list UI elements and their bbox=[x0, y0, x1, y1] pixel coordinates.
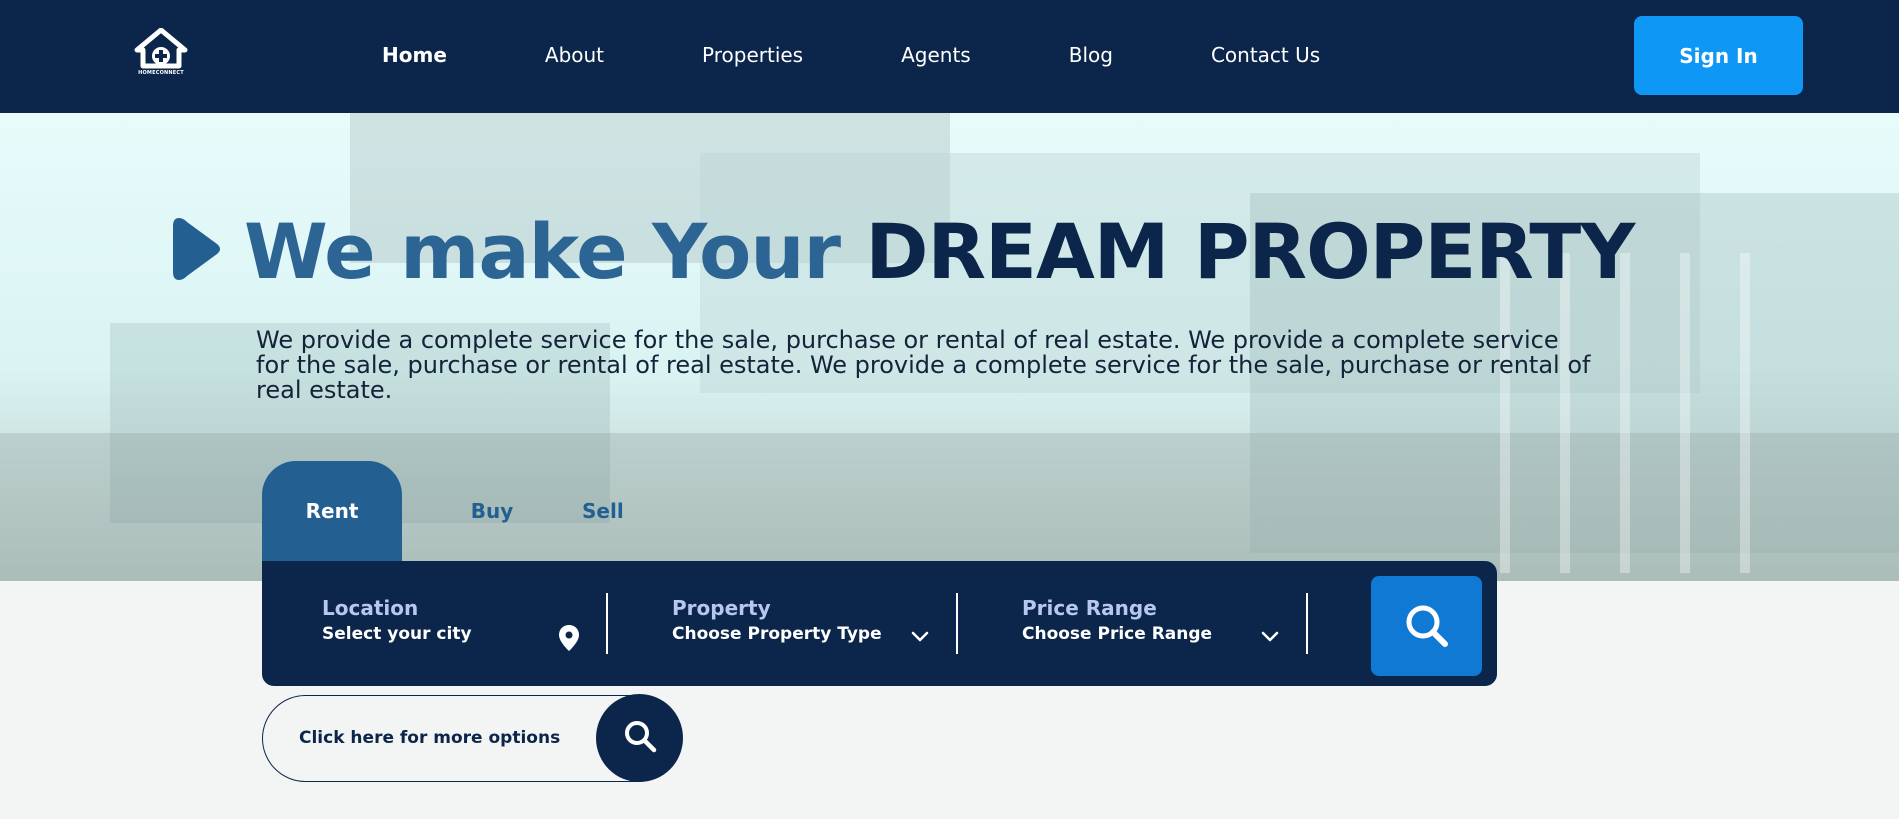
hero-description: We provide a complete service for the sa… bbox=[256, 326, 1591, 404]
price-range-label: Price Range bbox=[1022, 596, 1157, 620]
homeconnect-logo[interactable]: HOMECONNECT bbox=[133, 28, 189, 82]
price-range-value: Choose Price Range bbox=[1022, 624, 1213, 644]
location-value: Select your city bbox=[322, 624, 472, 644]
search-tabs: Rent Buy Sell bbox=[262, 461, 722, 561]
nav-blog[interactable]: Blog bbox=[1069, 43, 1113, 67]
logo-text: HOMECONNECT bbox=[138, 70, 184, 76]
chevron-down-icon bbox=[911, 631, 929, 642]
search-icon bbox=[1406, 605, 1448, 647]
field-divider bbox=[1306, 593, 1308, 654]
tab-buy[interactable]: Buy bbox=[402, 461, 582, 561]
property-value: Choose Property Type bbox=[672, 624, 882, 644]
search-button[interactable] bbox=[1371, 576, 1482, 676]
tab-sell[interactable]: Sell bbox=[582, 461, 722, 561]
headline-light-text: We make Your bbox=[244, 207, 866, 296]
hero-background-shape bbox=[1500, 253, 1510, 573]
sign-in-button[interactable]: Sign In bbox=[1634, 16, 1803, 95]
property-type-select[interactable]: Property Choose Property Type bbox=[672, 596, 882, 644]
chevron-down-icon bbox=[1261, 631, 1279, 642]
more-options-label: Click here for more options bbox=[299, 728, 561, 748]
hero-background-shape bbox=[1560, 253, 1570, 573]
nav-contact-us[interactable]: Contact Us bbox=[1211, 43, 1320, 67]
hero-background-shape bbox=[1740, 253, 1750, 573]
hero-background-shape bbox=[1620, 253, 1630, 573]
search-icon bbox=[624, 721, 656, 753]
hero-background-shape bbox=[1680, 253, 1690, 573]
top-navbar: HOMECONNECT Home About Properties Agents… bbox=[0, 0, 1899, 113]
headline-dark-text: DREAM PROPERTY bbox=[865, 207, 1635, 296]
field-divider bbox=[956, 593, 958, 654]
nav-about[interactable]: About bbox=[545, 43, 604, 67]
play-icon bbox=[173, 218, 220, 280]
nav-agents[interactable]: Agents bbox=[901, 43, 971, 67]
search-panel: Location Select your city Property Choos… bbox=[262, 561, 1497, 686]
nav-properties[interactable]: Properties bbox=[702, 43, 803, 67]
tab-rent[interactable]: Rent bbox=[262, 461, 402, 561]
hero-headline: We make Your DREAM PROPERTY bbox=[244, 205, 1635, 299]
price-range-select[interactable]: Price Range Choose Price Range bbox=[1022, 596, 1212, 644]
main-nav: Home About Properties Agents Blog Contac… bbox=[382, 0, 1320, 110]
house-plus-icon bbox=[134, 28, 188, 69]
field-divider bbox=[606, 593, 608, 654]
more-options-search-button[interactable] bbox=[596, 694, 683, 782]
more-options-button[interactable]: Click here for more options bbox=[262, 694, 683, 782]
property-label: Property bbox=[672, 596, 771, 620]
map-pin-icon bbox=[559, 625, 579, 651]
location-label: Location bbox=[322, 596, 419, 620]
location-select[interactable]: Location Select your city bbox=[322, 596, 472, 644]
nav-home[interactable]: Home bbox=[382, 43, 447, 67]
